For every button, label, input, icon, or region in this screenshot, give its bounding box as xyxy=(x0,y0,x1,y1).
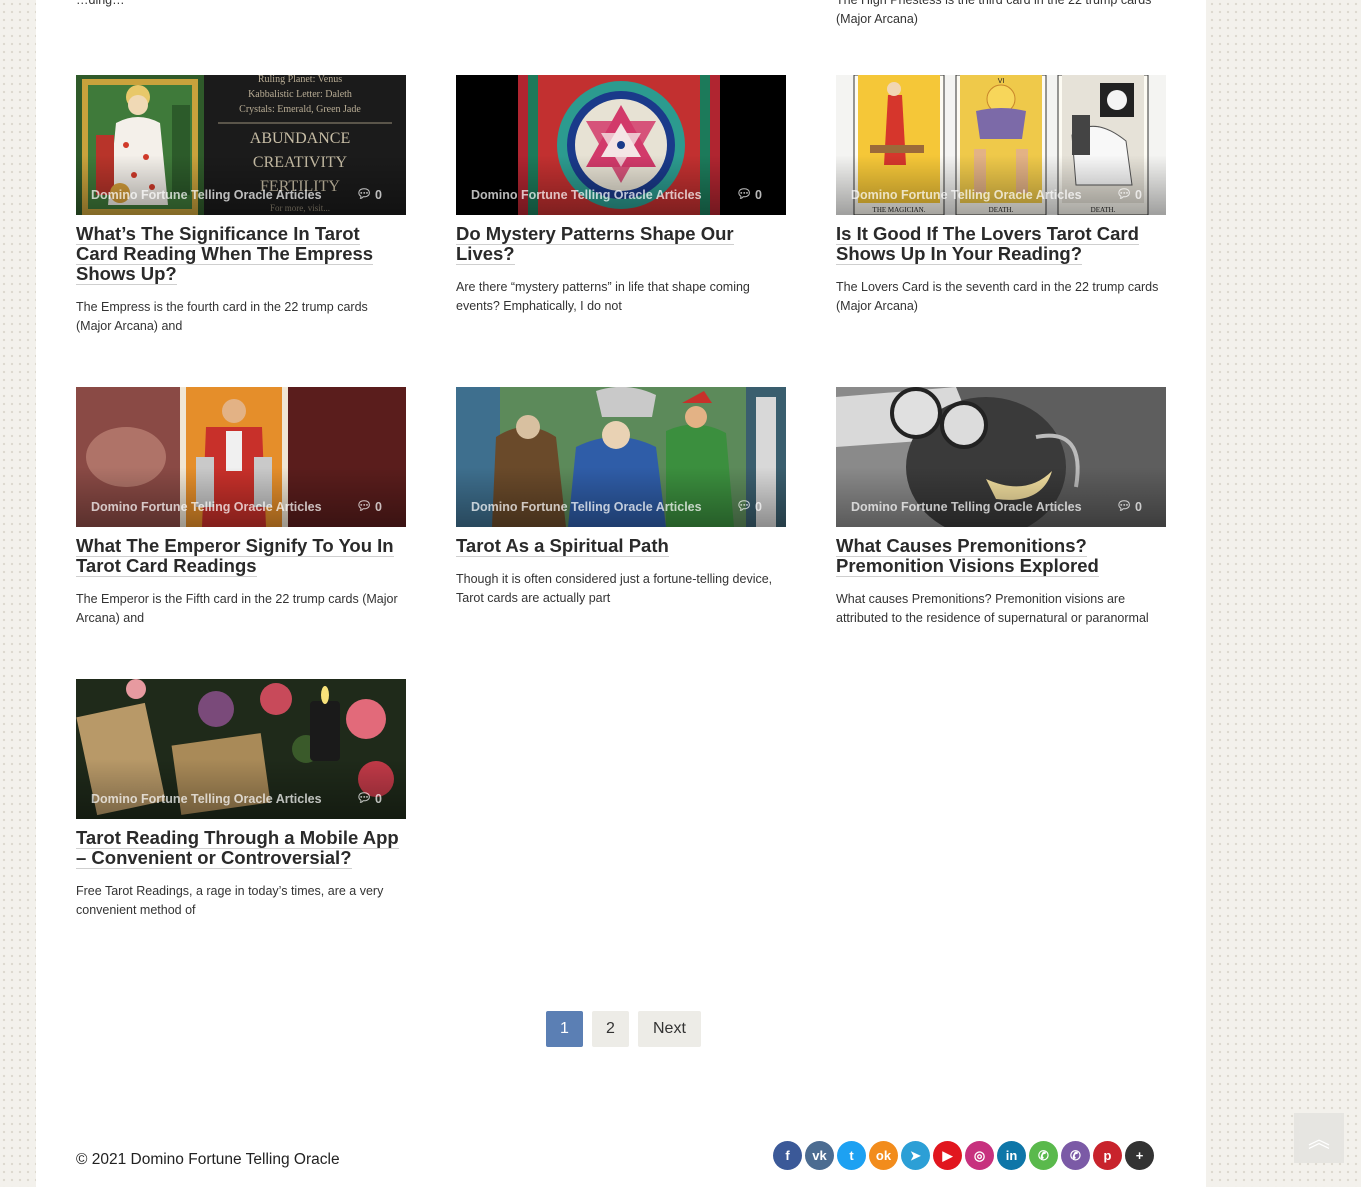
pagination: 1 2 Next xyxy=(546,1011,701,1047)
category-link[interactable]: Domino Fortune Telling Oracle Articles xyxy=(471,500,702,514)
post-thumbnail[interactable]: Domino Fortune Telling Oracle Articles 💬… xyxy=(836,387,1166,527)
previous-excerpt-fragment: The High Priestess is the third card in … xyxy=(836,0,1152,26)
comment-icon: 💬︎ xyxy=(356,791,373,805)
post-title[interactable]: What’s The Significance In Tarot Card Re… xyxy=(76,223,406,285)
post-card[interactable]: Domino Fortune Telling Oracle Articles 💬… xyxy=(456,387,786,608)
comment-icon: 💬︎ xyxy=(1116,499,1133,513)
image-caption: Kabbalistic Letter: Daleth xyxy=(248,89,352,100)
post-excerpt: Free Tarot Readings, a rage in today’s t… xyxy=(76,884,384,917)
comment-count[interactable]: 💬︎ 0 xyxy=(736,187,762,202)
pinterest-icon[interactable]: p xyxy=(1093,1141,1122,1170)
youtube-icon[interactable]: ▶ xyxy=(933,1141,962,1170)
facebook-icon[interactable]: f xyxy=(773,1141,802,1170)
post-title[interactable]: Tarot As a Spiritual Path xyxy=(456,535,786,557)
post-title[interactable]: Is It Good If The Lovers Tarot Card Show… xyxy=(836,223,1166,265)
vk-icon[interactable]: vk xyxy=(805,1141,834,1170)
instagram-icon[interactable]: ◎ xyxy=(965,1141,994,1170)
category-link[interactable]: Domino Fortune Telling Oracle Articles xyxy=(851,188,1082,202)
post-excerpt: The Emperor is the Fifth card in the 22 … xyxy=(76,592,398,625)
post-excerpt: Are there “mystery patterns” in life tha… xyxy=(456,280,750,313)
post-thumbnail[interactable]: THE MAGICIAN. DEATH. VI DEATH. Domino Fo… xyxy=(836,75,1166,215)
post-title[interactable]: What The Emperor Signify To You In Tarot… xyxy=(76,535,406,577)
comment-count[interactable]: 💬︎ 0 xyxy=(1116,499,1142,514)
comment-icon: 💬︎ xyxy=(736,187,753,201)
viber-icon[interactable]: ✆ xyxy=(1061,1141,1090,1170)
post-excerpt: The Lovers Card is the seventh card in t… xyxy=(836,280,1159,313)
post-thumbnail[interactable]: Domino Fortune Telling Oracle Articles 💬… xyxy=(76,387,406,527)
post-thumbnail[interactable]: Domino Fortune Telling Oracle Articles 💬… xyxy=(456,75,786,215)
page-1-button[interactable]: 1 xyxy=(546,1011,583,1047)
whatsapp-icon[interactable]: ✆ xyxy=(1029,1141,1058,1170)
odnoklassniki-icon[interactable]: ok xyxy=(869,1141,898,1170)
back-to-top-button[interactable]: ︽ xyxy=(1294,1113,1344,1163)
image-caption: For more, visit... xyxy=(270,203,330,213)
post-excerpt: The Empress is the fourth card in the 22… xyxy=(76,300,368,333)
category-link[interactable]: Domino Fortune Telling Oracle Articles xyxy=(91,792,322,806)
post-excerpt: Though it is often considered just a for… xyxy=(456,572,773,605)
next-page-button[interactable]: Next xyxy=(638,1011,701,1047)
comment-icon: 💬︎ xyxy=(1116,187,1133,201)
post-card[interactable]: Ruling Planet: Venus Kabbalistic Letter:… xyxy=(76,75,406,336)
twitter-icon[interactable]: t xyxy=(837,1141,866,1170)
telegram-icon[interactable]: ➤ xyxy=(901,1141,930,1170)
post-title[interactable]: What Causes Premonitions? Premonition Vi… xyxy=(836,535,1166,577)
category-link[interactable]: Domino Fortune Telling Oracle Articles xyxy=(851,500,1082,514)
category-link[interactable]: Domino Fortune Telling Oracle Articles xyxy=(471,188,702,202)
image-caption: Ruling Planet: Venus xyxy=(258,75,342,85)
post-card[interactable]: Domino Fortune Telling Oracle Articles 💬… xyxy=(836,387,1166,628)
comment-icon: 💬︎ xyxy=(356,187,373,201)
social-share-bar: f vk t ok ➤ ▶ ◎ in ✆ ✆ p + xyxy=(773,1141,1154,1170)
category-link[interactable]: Domino Fortune Telling Oracle Articles xyxy=(91,500,322,514)
post-card[interactable]: Domino Fortune Telling Oracle Articles 💬… xyxy=(456,75,786,316)
page-2-button[interactable]: 2 xyxy=(592,1011,629,1047)
image-caption: Crystals: Emerald, Green Jade xyxy=(239,104,361,115)
footer-copyright: © 2021 Domino Fortune Telling Oracle xyxy=(76,1151,340,1168)
comment-count[interactable]: 💬︎ 0 xyxy=(356,187,382,202)
comment-count[interactable]: 💬︎ 0 xyxy=(736,499,762,514)
comment-count[interactable]: 💬︎ 0 xyxy=(1116,187,1142,202)
image-caption: ABUNDANCE xyxy=(250,130,350,147)
chevron-double-up-icon: ︽ xyxy=(1307,1127,1330,1152)
post-card[interactable]: THE MAGICIAN. DEATH. VI DEATH. Domino Fo… xyxy=(836,75,1166,316)
post-meta: Domino Fortune Telling Oracle Articles 💬… xyxy=(851,499,1142,514)
comment-icon: 💬︎ xyxy=(736,499,753,513)
post-excerpt: What causes Premonitions? Premonition vi… xyxy=(836,592,1149,625)
comment-icon: 💬︎ xyxy=(356,499,373,513)
post-meta: Domino Fortune Telling Oracle Articles 💬… xyxy=(851,187,1142,202)
comment-count[interactable]: 💬︎ 0 xyxy=(356,791,382,806)
bookmark-icon[interactable]: + xyxy=(1125,1141,1154,1170)
previous-excerpt-fragment: …ding… xyxy=(76,0,125,7)
linkedin-icon[interactable]: in xyxy=(997,1141,1026,1170)
category-link[interactable]: Domino Fortune Telling Oracle Articles xyxy=(91,188,322,202)
image-caption: VI xyxy=(998,78,1005,85)
image-caption: CREATIVITY xyxy=(253,154,348,171)
post-title[interactable]: Tarot Reading Through a Mobile App – Con… xyxy=(76,827,406,869)
post-title[interactable]: Do Mystery Patterns Shape Our Lives? xyxy=(456,223,786,265)
post-meta: Domino Fortune Telling Oracle Articles 💬… xyxy=(471,499,762,514)
content-wrapper: …ding… The High Priestess is the third c… xyxy=(36,0,1206,1187)
post-meta: Domino Fortune Telling Oracle Articles 💬… xyxy=(471,187,762,202)
image-caption: DEATH. xyxy=(989,206,1014,214)
comment-count[interactable]: 💬︎ 0 xyxy=(356,499,382,514)
post-thumbnail[interactable]: Domino Fortune Telling Oracle Articles 💬… xyxy=(456,387,786,527)
image-caption: THE MAGICIAN. xyxy=(873,206,926,214)
post-thumbnail[interactable]: Domino Fortune Telling Oracle Articles 💬… xyxy=(76,679,406,819)
post-card[interactable]: Domino Fortune Telling Oracle Articles 💬… xyxy=(76,679,406,920)
post-thumbnail[interactable]: Ruling Planet: Venus Kabbalistic Letter:… xyxy=(76,75,406,215)
image-caption: DEATH. xyxy=(1091,206,1116,214)
post-meta: Domino Fortune Telling Oracle Articles 💬… xyxy=(91,791,382,806)
post-card[interactable]: Domino Fortune Telling Oracle Articles 💬… xyxy=(76,387,406,628)
post-meta: Domino Fortune Telling Oracle Articles 💬… xyxy=(91,187,382,202)
post-meta: Domino Fortune Telling Oracle Articles 💬… xyxy=(91,499,382,514)
